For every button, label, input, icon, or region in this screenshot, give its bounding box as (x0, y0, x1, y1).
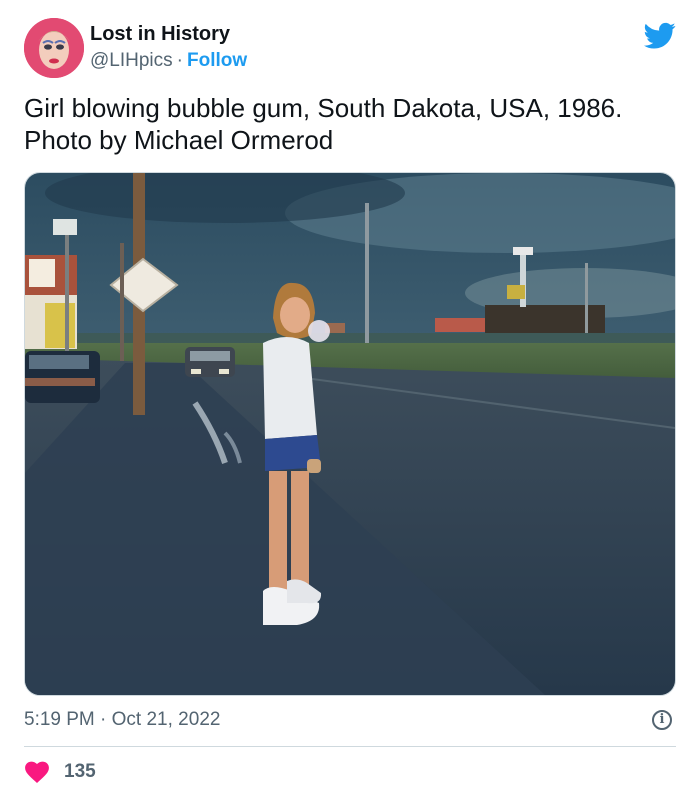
meta-separator: · (100, 709, 107, 730)
photo-image (25, 173, 675, 695)
author-handle[interactable]: @LIHpics (90, 50, 173, 71)
author-block: Lost in History @LIHpics · Follow (90, 21, 247, 74)
avatar[interactable] (24, 18, 84, 78)
heart-icon[interactable] (24, 760, 50, 784)
tweet-header: Lost in History @LIHpics · Follow (24, 18, 676, 80)
like-row: 135 (24, 757, 96, 787)
follow-button[interactable]: Follow (187, 50, 247, 71)
like-count[interactable]: 135 (64, 761, 96, 783)
separator: · (176, 50, 183, 71)
twitter-bird-icon[interactable] (644, 22, 676, 50)
tweet-card: Lost in History @LIHpics · Follow Girl blo… (0, 0, 700, 800)
divider (24, 746, 676, 747)
tweet-text: Girl blowing bubble gum, South Dakota, U… (24, 93, 623, 155)
tweet-date[interactable]: Oct 21, 2022 (112, 709, 221, 730)
tweet-photo[interactable] (24, 172, 676, 696)
tweet-time[interactable]: 5:19 PM (24, 709, 95, 730)
tweet-meta: 5:19 PM · Oct 21, 2022 i (24, 704, 676, 736)
author-sub: @LIHpics · Follow (90, 48, 247, 74)
info-icon[interactable]: i (652, 710, 672, 730)
author-name[interactable]: Lost in History (90, 21, 247, 47)
